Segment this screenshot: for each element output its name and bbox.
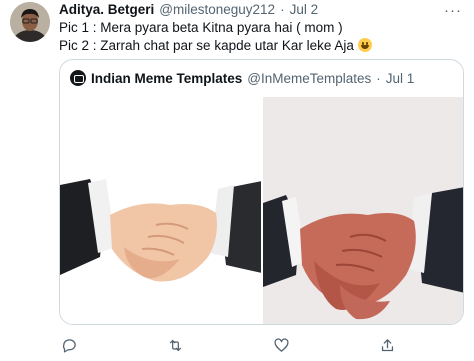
quoted-tweet-card[interactable]: Indian Meme Templates @InMemeTemplates ·…	[59, 59, 464, 325]
quoted-media[interactable]	[60, 97, 463, 324]
tweet-line-2-text: Pic 2 : Zarrah chat par se kapde utar Ka…	[59, 38, 354, 53]
quoted-avatar-icon	[70, 70, 86, 86]
handshake-clean-image	[60, 97, 262, 324]
quoted-date: Jul 1	[385, 70, 415, 86]
quoted-author-name: Indian Meme Templates	[91, 70, 243, 86]
quoted-author-handle: @InMemeTemplates	[247, 70, 372, 86]
tweet-line-1: Pic 1 : Mera pyara beta Kitna pyara hai …	[59, 20, 343, 35]
more-options-button[interactable]: ···	[444, 2, 462, 19]
post-date[interactable]: Jul 2	[290, 2, 319, 17]
like-button[interactable]	[271, 335, 291, 355]
tweet-line-2: Pic 2 : Zarrah chat par se kapde utar Ka…	[59, 37, 372, 55]
tweet-header: Aditya. Betgeri @milestoneguy212 · Jul 2	[59, 2, 318, 17]
reply-icon	[62, 338, 76, 353]
action-bar	[59, 335, 464, 355]
author-name[interactable]: Aditya. Betgeri	[59, 2, 154, 17]
retweet-icon	[169, 339, 181, 351]
retweet-button[interactable]	[165, 335, 185, 355]
quoted-separator: ·	[376, 70, 381, 86]
reply-button[interactable]	[59, 335, 79, 355]
share-icon	[381, 338, 393, 351]
tweet-text: Pic 1 : Mera pyara beta Kitna pyara hai …	[59, 19, 372, 55]
handshake-red-dirty-image	[263, 97, 463, 324]
separator: ·	[280, 2, 285, 17]
avatar[interactable]	[10, 2, 50, 42]
author-handle[interactable]: @milestoneguy212	[159, 2, 275, 17]
grinning-face-icon	[357, 38, 372, 52]
share-button[interactable]	[377, 335, 397, 355]
tweet: Aditya. Betgeri @milestoneguy212 · Jul 2…	[0, 0, 474, 361]
quoted-tweet-header: Indian Meme Templates @InMemeTemplates ·…	[70, 70, 414, 86]
like-icon	[273, 337, 289, 352]
